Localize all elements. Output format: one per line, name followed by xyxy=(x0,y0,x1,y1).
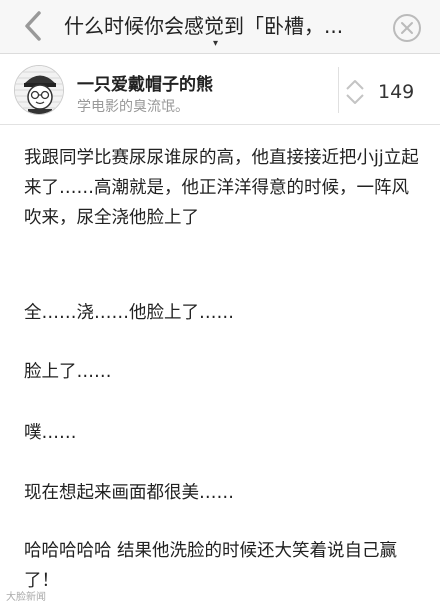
author-name[interactable]: 一只爱戴帽子的熊 xyxy=(77,70,213,95)
vote-count: 149 xyxy=(378,81,415,103)
vote-divider xyxy=(338,67,339,113)
close-icon[interactable] xyxy=(392,13,422,43)
author-row: 一只爱戴帽子的熊 学电影的臭流氓。 149 xyxy=(0,55,440,125)
dropdown-caret-icon[interactable]: ▾ xyxy=(213,38,218,49)
answer-paragraph: 我跟同学比赛尿尿谁尿的高，他直接接近把小jj立起来了……高潮就是，他正洋洋得意的… xyxy=(24,148,419,228)
top-navigation-bar: 什么时候你会感觉到「卧槽，... ▾ xyxy=(0,0,440,54)
author-bio: 学电影的臭流氓。 xyxy=(77,99,189,115)
watermark: 大脸新闻 xyxy=(6,592,46,603)
answer-paragraph: 脸上了…… xyxy=(24,362,112,382)
answer-paragraph: 全……浇……他脸上了…… xyxy=(24,303,234,323)
answer-paragraph: 现在想起来画面都很美…… xyxy=(24,483,234,503)
answer-paragraph: 噗…… xyxy=(24,423,77,443)
question-title[interactable]: 什么时候你会感觉到「卧槽，... xyxy=(64,13,384,39)
back-arrow-icon[interactable] xyxy=(22,10,44,42)
answer-paragraph: 哈哈哈哈哈 结果他洗脸的时候还大笑着说自己赢了！ xyxy=(24,541,398,591)
vote-arrows-icon[interactable] xyxy=(344,77,366,107)
avatar[interactable] xyxy=(14,65,64,115)
